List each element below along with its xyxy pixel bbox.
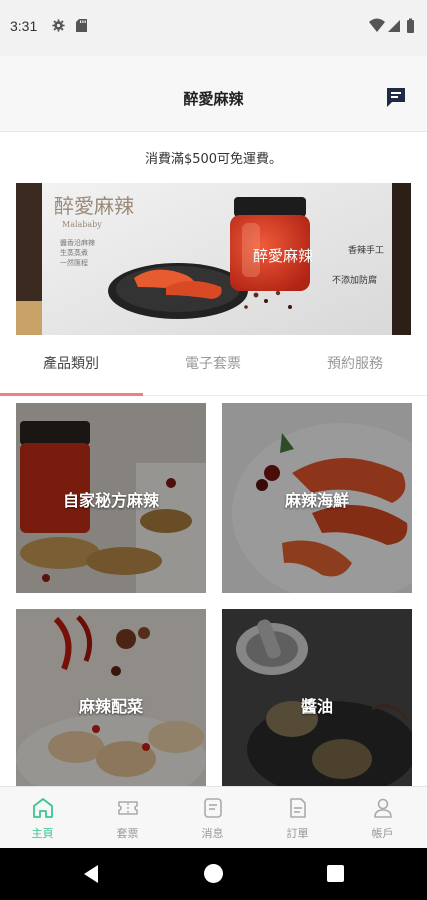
nav-label: 帳戶	[371, 827, 394, 840]
status-time: 3:31	[10, 18, 38, 34]
category-tile-spicy-seafood[interactable]: 麻辣海鮮	[222, 403, 412, 593]
banner-copy-line: 生蒸蒸煮	[60, 248, 88, 257]
banner-copy-right: 香辣手工	[348, 244, 384, 256]
system-nav-bar	[0, 848, 427, 900]
message-icon	[204, 798, 222, 818]
banner-copy-line: 一然匯程	[60, 258, 88, 267]
category-label: 麻辣配菜	[78, 697, 143, 716]
ticket-icon	[118, 801, 138, 815]
category-tile-soy-sauce[interactable]: 醬油	[222, 609, 412, 799]
nav-tickets[interactable]: 套票	[85, 787, 170, 849]
battery-icon	[407, 20, 414, 33]
tab-product-categories[interactable]: 產品類別	[0, 348, 142, 394]
nav-label: 主頁	[31, 827, 54, 840]
wifi-icon	[369, 18, 385, 32]
app-header: 醉愛麻辣	[0, 56, 427, 132]
banner-image: 醉愛麻辣 Malababy 醬香沿麻辣 生蒸蒸煮 一然匯程 醉愛麻辣 不添加防腐…	[16, 183, 411, 335]
category-label: 麻辣海鮮	[284, 491, 349, 510]
category-label: 醬油	[300, 697, 333, 716]
banner-copy-right: 不添加防腐	[332, 274, 377, 286]
tab-booking-service[interactable]: 預約服務	[284, 348, 426, 394]
order-icon	[290, 798, 306, 818]
nav-label: 套票	[116, 827, 139, 840]
promo-banner[interactable]: 醉愛麻辣 Malababy 醬香沿麻辣 生蒸蒸煮 一然匯程 醉愛麻辣 不添加防腐…	[16, 183, 411, 335]
recent-apps-icon[interactable]	[327, 865, 344, 882]
status-indicators	[369, 18, 414, 33]
nav-label: 消息	[201, 827, 224, 840]
banner-brand-sub: Malababy	[62, 220, 102, 229]
account-icon	[374, 798, 392, 818]
home-icon	[33, 798, 53, 818]
home-button-icon[interactable]	[204, 864, 223, 883]
banner-jar-label: 醉愛麻辣	[253, 247, 313, 265]
back-icon[interactable]	[82, 864, 100, 884]
category-tile-secret-recipe[interactable]: 自家秘方麻辣	[16, 403, 206, 593]
free-shipping-notice: 消費滿$500可免運費。	[144, 152, 283, 167]
category-tabs: 產品類別 電子套票 預約服務	[0, 348, 427, 396]
chat-icon[interactable]	[385, 86, 407, 108]
category-tile-spicy-sides[interactable]: 麻辣配菜	[16, 609, 206, 799]
nav-label: 訂單	[286, 827, 309, 840]
page-title: 醉愛麻辣	[183, 90, 244, 108]
banner-brand-text: 醉愛麻辣	[54, 194, 134, 218]
nav-messages[interactable]: 消息	[170, 787, 255, 849]
status-bar: 3:31	[0, 0, 427, 56]
nav-orders[interactable]: 訂單	[255, 787, 340, 849]
bottom-nav: 主頁 套票 消息 訂單 帳戶	[0, 786, 427, 848]
tab-indicator	[0, 393, 143, 396]
tab-e-tickets[interactable]: 電子套票	[142, 348, 284, 394]
nav-account[interactable]: 帳戶	[340, 787, 425, 849]
nav-home[interactable]: 主頁	[0, 787, 85, 849]
settings-gear-icon	[52, 19, 65, 32]
banner-copy-line: 醬香沿麻辣	[60, 238, 95, 247]
signal-icon	[388, 20, 400, 32]
sd-card-icon	[76, 19, 87, 32]
category-label: 自家秘方麻辣	[62, 491, 159, 510]
